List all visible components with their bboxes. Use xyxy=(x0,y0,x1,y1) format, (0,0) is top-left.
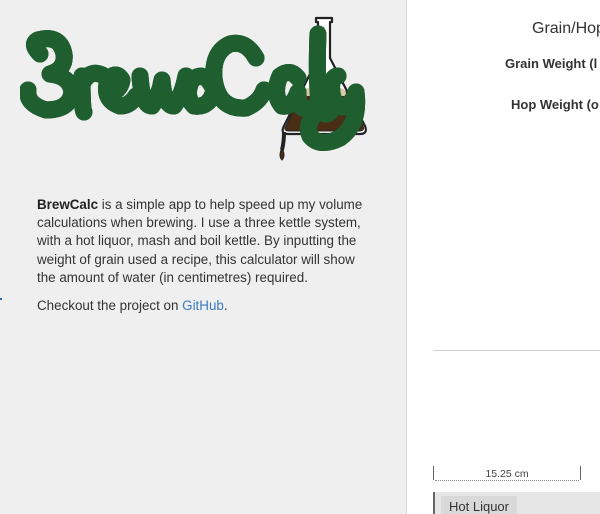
hop-weight-label: Hop Weight (o xyxy=(511,97,599,112)
intro-paragraph: BrewCalc is a simple app to help speed u… xyxy=(37,196,367,287)
intro-panel: BrewCalc is a simple app to help speed u… xyxy=(0,0,407,514)
github-link[interactable]: GitHub xyxy=(182,298,224,313)
section-divider xyxy=(433,350,600,351)
grain-weight-label: Grain Weight (l xyxy=(505,56,598,71)
github-line: Checkout the project on GitHub. xyxy=(37,297,228,315)
brand-name: BrewCalc xyxy=(37,197,99,212)
hot-liquor-kettle: Hot Liquor xyxy=(433,492,600,514)
brewcalc-logo xyxy=(20,16,367,161)
measure-label: 15.25 cm xyxy=(485,468,529,480)
github-prefix: Checkout the project on xyxy=(37,298,183,313)
calculator-panel: Grain/Hop Grain Weight (l Hop Weight (o … xyxy=(408,0,600,514)
kettle-width-measure: 15.25 cm xyxy=(433,466,581,482)
kettle-label: Hot Liquor xyxy=(441,496,517,514)
calculator-heading: Grain/Hop xyxy=(532,20,600,37)
stray-marker xyxy=(0,298,2,300)
measure-tick-right xyxy=(580,466,581,480)
github-suffix: . xyxy=(223,298,228,313)
measure-line xyxy=(435,480,579,481)
